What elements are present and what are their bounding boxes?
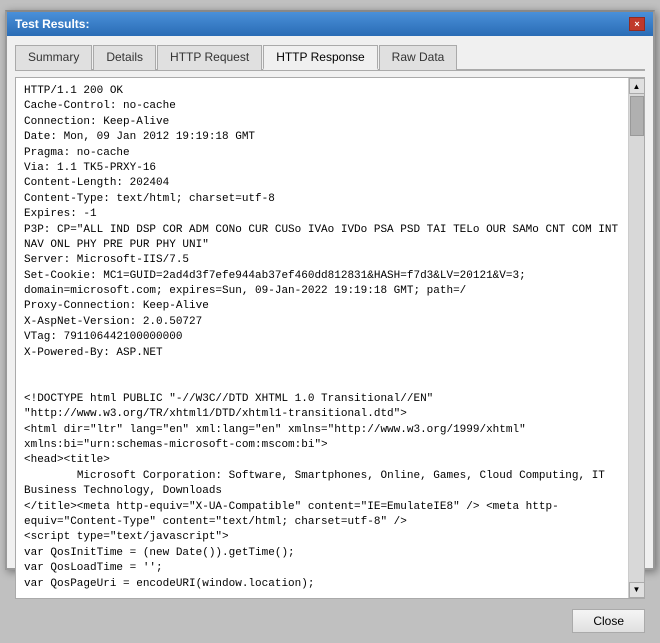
tab-details[interactable]: Details <box>93 45 156 70</box>
test-results-window: Test Results: × Summary Details HTTP Req… <box>5 10 655 570</box>
scrollbar-thumb[interactable] <box>630 96 644 136</box>
close-window-button[interactable]: × <box>629 17 645 31</box>
window-title: Test Results: <box>15 17 89 31</box>
tab-summary[interactable]: Summary <box>15 45 92 70</box>
response-content-area: HTTP/1.1 200 OK Cache-Control: no-cache … <box>15 77 645 599</box>
window-content: Summary Details HTTP Request HTTP Respon… <box>7 36 653 643</box>
title-bar-controls: × <box>629 17 645 31</box>
tab-bar: Summary Details HTTP Request HTTP Respon… <box>15 44 645 71</box>
tab-raw-data[interactable]: Raw Data <box>379 45 458 70</box>
response-text[interactable]: HTTP/1.1 200 OK Cache-Control: no-cache … <box>16 78 628 598</box>
close-button[interactable]: Close <box>572 609 645 633</box>
scrollbar: ▲ ▼ <box>628 78 644 598</box>
scrollbar-up-button[interactable]: ▲ <box>629 78 645 94</box>
title-bar: Test Results: × <box>7 12 653 36</box>
scrollbar-down-button[interactable]: ▼ <box>629 582 645 598</box>
scrollbar-track[interactable] <box>629 94 644 582</box>
footer: Close <box>15 605 645 635</box>
tab-http-request[interactable]: HTTP Request <box>157 45 262 70</box>
tab-http-response[interactable]: HTTP Response <box>263 45 377 70</box>
